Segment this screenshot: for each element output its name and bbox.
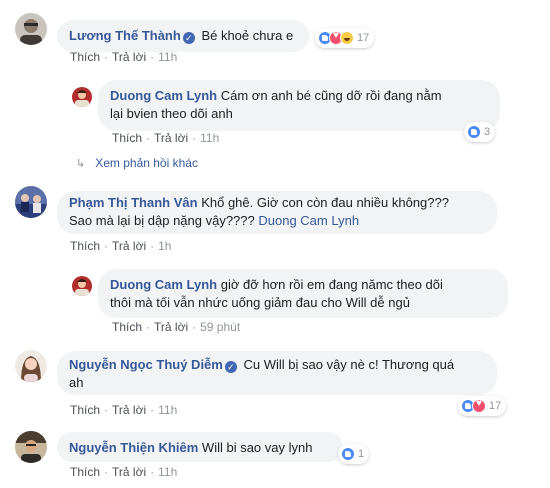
comment-text: Bé khoẻ chưa e <box>201 28 294 43</box>
comment-text: Will bi sao vay lynh <box>201 440 313 455</box>
view-more-replies-link[interactable]: ↳ Xem phản hồi khác <box>76 156 198 170</box>
like-icon <box>467 125 481 139</box>
comment-text: giờ đỡ hơn rồi em đang nămc theo dõi <box>220 277 443 292</box>
comment-text: Sao mà lại bị dập nặng vậy???? <box>69 213 255 228</box>
commenter-name[interactable]: Duong Cam Lynh <box>110 277 217 292</box>
timestamp[interactable]: 1h <box>158 239 171 253</box>
reaction-summary[interactable]: 1 <box>338 444 370 464</box>
commenter-name[interactable]: Nguyễn Ngọc Thuý Diễm <box>69 357 223 372</box>
reaction-count: 3 <box>484 126 491 138</box>
comment-actions: Thích · Trả lời · 59 phút <box>112 320 241 334</box>
reply-link[interactable]: Trả lời <box>112 239 146 253</box>
reaction-summary[interactable]: 17 <box>458 396 507 416</box>
verified-badge-icon: ✓ <box>182 32 195 44</box>
avatar[interactable] <box>15 13 47 45</box>
comment-text: ah <box>69 375 84 390</box>
reaction-count: 1 <box>358 448 365 460</box>
commenter-name[interactable]: Duong Cam Lynh <box>110 88 217 103</box>
view-more-replies-label: Xem phản hồi khác <box>95 156 198 170</box>
like-link[interactable]: Thích <box>70 403 100 417</box>
reply-link[interactable]: Trả lời <box>112 50 146 64</box>
commenter-name[interactable]: Nguyễn Thiện Khiêm <box>69 440 198 455</box>
timestamp[interactable]: 11h <box>200 131 219 145</box>
commenter-name[interactable]: Phạm Thị Thanh Vân <box>69 195 198 210</box>
like-link[interactable]: Thích <box>70 50 100 64</box>
like-link[interactable]: Thích <box>112 131 142 145</box>
comment-text: Cám ơn anh bé cũng dỡ rồi đang nằm <box>220 88 442 103</box>
comment-bubble: Duong Cam Lynh giờ đỡ hơn rồi em đang nă… <box>98 269 508 318</box>
reaction-count: 17 <box>357 32 370 44</box>
comment-actions: Thích · Trả lời · 11h <box>70 50 178 64</box>
comment-actions: Thích · Trả lời · 1h <box>70 239 172 253</box>
love-icon <box>472 398 486 413</box>
haha-icon <box>340 31 354 45</box>
avatar[interactable] <box>15 431 47 463</box>
timestamp[interactable]: 59 phút <box>200 320 240 334</box>
reply-link[interactable]: Trả lời <box>112 403 146 417</box>
reply-link[interactable]: Trả lời <box>154 131 188 145</box>
like-link[interactable]: Thích <box>70 239 100 253</box>
comment-bubble: Nguyễn Ngọc Thuý Diễm ✓ Cu Will bị sao vậ… <box>57 351 497 395</box>
comment-actions: Thích · Trả lời · 11h <box>70 465 178 479</box>
like-link[interactable]: Thích <box>70 465 100 479</box>
comment-bubble: Duong Cam Lynh Cám ơn anh bé cũng dỡ rồi… <box>98 80 500 131</box>
timestamp[interactable]: 11h <box>158 403 177 417</box>
reply-link[interactable]: Trả lời <box>154 320 188 334</box>
comment-bubble: Phạm Thị Thanh Vân Khổ ghê. Giờ con còn … <box>57 191 497 234</box>
avatar[interactable] <box>72 87 92 107</box>
comment-text: thôi mà tối vẫn nhức uống giảm đau cho W… <box>110 295 410 310</box>
reply-arrow-icon: ↳ <box>76 158 86 170</box>
comment-text: Cu Will bị sao vậy nè c! Thương quá <box>243 357 455 372</box>
comment-bubble: Lương Thế Thành ✓ Bé khoẻ chưa e <box>57 20 309 52</box>
reaction-summary[interactable]: 3 <box>464 122 496 142</box>
comment-bubble: Nguyễn Thiện Khiêm Will bi sao vay lynh <box>57 432 343 462</box>
commenter-name[interactable]: Lương Thế Thành <box>69 28 181 43</box>
reaction-summary[interactable]: 17 <box>315 28 375 48</box>
verified-badge-icon: ✓ <box>224 361 237 373</box>
timestamp[interactable]: 11h <box>158 50 177 64</box>
comment-actions: Thích · Trả lời · 11h <box>70 403 178 417</box>
comment-text: Khổ ghê. Giờ con còn đau nhiều không??? <box>201 195 449 210</box>
comment-actions: Thích · Trả lời · 11h <box>112 131 220 145</box>
comment-text: lại bvien theo dõi anh <box>110 106 233 121</box>
avatar[interactable] <box>15 186 47 218</box>
like-icon <box>341 447 355 461</box>
avatar[interactable] <box>72 276 92 296</box>
timestamp[interactable]: 11h <box>158 465 177 479</box>
reply-link[interactable]: Trả lời <box>112 465 146 479</box>
mention-link[interactable]: Duong Cam Lynh <box>258 213 359 228</box>
like-link[interactable]: Thích <box>112 320 142 334</box>
reaction-count: 17 <box>489 400 502 412</box>
avatar[interactable] <box>15 350 47 382</box>
